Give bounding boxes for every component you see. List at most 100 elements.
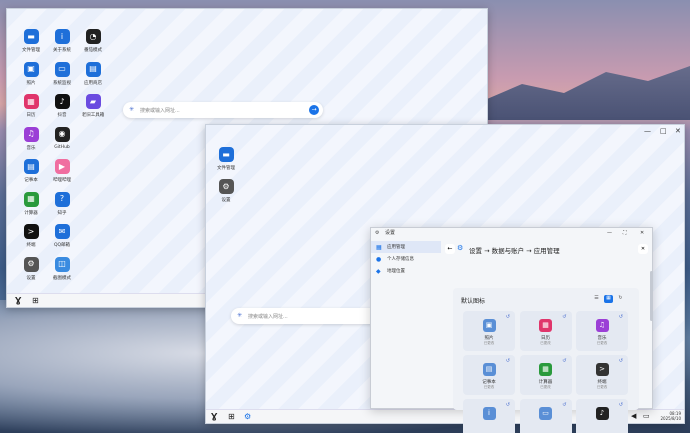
desktop-app-label: 哔哩哔哩 xyxy=(53,178,71,183)
close-icon[interactable]: ✕ xyxy=(675,127,681,135)
desktop-app-label: 应用商店 xyxy=(84,80,102,86)
app-card[interactable]: ↺ ▤ 记事本 已更改 xyxy=(463,355,515,395)
notifications-icon[interactable]: ▭ xyxy=(643,412,650,420)
gear-icon: ⚙ xyxy=(23,256,39,272)
desktop-app-label: 设置 xyxy=(221,198,231,203)
desktop-app-toolbox-icon[interactable]: ▰ 老旧工具箱 xyxy=(73,94,113,118)
sidebar-item-label: 个人存储信息 xyxy=(387,257,414,262)
go-button[interactable]: → xyxy=(309,105,319,115)
desktop-app-screenshot-icon[interactable]: ◫ 截图模式 xyxy=(42,256,82,281)
minimize-icon[interactable]: — xyxy=(607,228,612,239)
desktop-app-label: 知乎 xyxy=(57,210,67,216)
clock[interactable]: 08:19 2025/8/10 xyxy=(656,411,681,421)
desktop-app-clock-icon[interactable]: ◔ 番茄模式 xyxy=(73,29,113,53)
app-icon: ♪ xyxy=(595,407,609,420)
info-icon: i xyxy=(54,29,70,44)
reset-icon[interactable]: ↺ xyxy=(619,402,623,408)
reset-icon[interactable]: ↺ xyxy=(562,314,566,320)
window2-search-placeholder: 搜索或输入网址... xyxy=(248,313,288,320)
section-title: 默认图标 xyxy=(461,298,486,305)
calculator-icon: ▦ xyxy=(23,191,39,207)
close-icon[interactable]: ✕ xyxy=(638,244,648,254)
bilibili-icon: ▶ xyxy=(54,159,70,174)
close-icon[interactable]: ✕ xyxy=(640,228,644,239)
app-card[interactable]: ↺ ▦ 计算器 已更改 xyxy=(519,355,572,395)
gear-icon: ⚙ xyxy=(375,230,380,236)
app-card[interactable]: ↺ ▭ xyxy=(519,399,572,433)
screenshot-icon: ◫ xyxy=(54,256,70,272)
refresh-icon[interactable]: ↻ xyxy=(616,295,625,303)
settings-main: ← ⚙ 设置 → 数据与账户 → 应用管理 ✕ 默认图标 ☰ ▦ ↻ ↺ ▣ 照片已… xyxy=(441,241,654,433)
gear-icon: ⚙ xyxy=(218,179,234,194)
music-icon: ♫ xyxy=(23,126,39,142)
app-card[interactable]: ↺ i xyxy=(463,399,515,433)
reset-icon[interactable]: ↺ xyxy=(562,402,566,408)
settings-sidebar: ▦ 应用管理 ● 个人存储信息 ◆ 地理位置 xyxy=(371,241,441,410)
app-card[interactable]: ↺ > 终端 已更改 xyxy=(576,355,628,395)
sidebar-item-location[interactable]: ◆ 地理位置 xyxy=(371,265,441,277)
github-icon: ◉ xyxy=(54,126,70,142)
list-view-icon[interactable]: ☰ xyxy=(592,295,601,303)
settings-title: 设置 xyxy=(385,230,396,236)
toolbox-icon: ▰ xyxy=(85,94,101,109)
desktop-app-folder-icon[interactable]: ▬ 文件管理 xyxy=(206,147,246,171)
sidebar-item-label: 地理位置 xyxy=(387,269,405,274)
app-status: 已更改 xyxy=(596,341,608,345)
settings-window[interactable]: ⚙ 设置 — ⛶ ✕ ▦ 应用管理 ● 个人存储信息 ◆ 地理位置 ← ⚙ 设置 → 数据… xyxy=(370,227,654,433)
sidebar-item-label: 应用管理 xyxy=(387,245,405,250)
clock-date: 2025/8/10 xyxy=(660,416,681,421)
scrollbar[interactable] xyxy=(650,271,653,321)
app-status: 已更改 xyxy=(483,385,495,389)
minimize-icon[interactable]: — xyxy=(644,127,651,135)
app-icon: ▦ xyxy=(539,363,552,376)
terminal-icon: > xyxy=(23,224,39,239)
notepad-icon: ▤ xyxy=(23,159,39,174)
sidebar-item-grid[interactable]: ▦ 应用管理 xyxy=(371,241,441,253)
start-logo-icon[interactable]: Ɣ xyxy=(211,412,217,421)
window1-search-bar[interactable]: ✳ 搜索或输入网址... → xyxy=(123,102,323,118)
desktop-app-github-icon[interactable]: ◉ GitHub xyxy=(42,126,82,150)
desktop-app-label: 截图模式 xyxy=(53,275,71,281)
apps-grid-icon[interactable]: ⊞ xyxy=(228,412,235,421)
desktop-app-bilibili-icon[interactable]: ▶ 哔哩哔哩 xyxy=(42,159,82,183)
app-icon: ▦ xyxy=(539,319,552,332)
breadcrumb: 设置 → 数据与账户 → 应用管理 xyxy=(469,247,560,255)
reset-icon[interactable]: ↺ xyxy=(506,358,510,364)
wallpaper-mountains xyxy=(480,66,690,120)
sidebar-item-user[interactable]: ● 个人存储信息 xyxy=(371,253,441,265)
settings-taskbar-icon[interactable]: ⚙ xyxy=(244,412,251,421)
maximize-icon[interactable]: ⛶ xyxy=(623,228,627,239)
gear-icon: ⚙ xyxy=(457,244,464,252)
reset-icon[interactable]: ↺ xyxy=(506,402,510,408)
volume-icon[interactable]: ◀ xyxy=(631,412,636,420)
grid-icon: ▦ xyxy=(376,243,382,251)
back-icon[interactable]: ← xyxy=(445,244,455,254)
window1-search-placeholder: 搜索或输入网址... xyxy=(140,107,180,114)
monitor-icon: ▭ xyxy=(54,61,70,77)
grid-view-icon[interactable]: ▦ xyxy=(604,295,613,303)
start-logo-icon[interactable]: Ɣ xyxy=(15,296,21,305)
app-card[interactable]: ↺ ▦ 日历 已更改 xyxy=(519,311,572,351)
reset-icon[interactable]: ↺ xyxy=(619,358,623,364)
apps-grid-icon[interactable]: ⊞ xyxy=(32,296,39,305)
app-icon: ▤ xyxy=(482,363,496,376)
app-status: 已更改 xyxy=(540,341,551,345)
app-icon: > xyxy=(595,363,609,376)
app-card[interactable]: ↺ ▣ 照片 已更改 xyxy=(463,311,515,351)
desktop-app-mail-icon[interactable]: ✉ QQ邮箱 xyxy=(42,224,82,248)
desktop-app-label: GitHub xyxy=(54,144,70,150)
maximize-icon[interactable]: □ xyxy=(660,127,667,135)
app-status: 已更改 xyxy=(596,385,608,389)
desktop-app-gear-icon[interactable]: ⚙ 设置 xyxy=(206,179,246,203)
reset-icon[interactable]: ↺ xyxy=(506,314,510,320)
default-icons-panel: 默认图标 ☰ ▦ ↻ ↺ ▣ 照片 已更改 ↺ ▦ 日历 已更改 ↺ ♫ 音乐 已更改 ↺ ▤ 记事本 已更改… xyxy=(453,288,639,433)
app-icon: i xyxy=(482,407,496,420)
app-card[interactable]: ↺ ♫ 音乐 已更改 xyxy=(576,311,628,351)
app-card[interactable]: ↺ ♪ xyxy=(576,399,628,433)
reset-icon[interactable]: ↺ xyxy=(562,358,566,364)
folder-icon: ▬ xyxy=(218,147,234,162)
reset-icon[interactable]: ↺ xyxy=(619,314,623,320)
browser-icon: ✳ xyxy=(237,312,243,319)
desktop-app-zhihu-icon[interactable]: ? 知乎 xyxy=(42,191,82,216)
desktop-app-store-icon[interactable]: ▤ 应用商店 xyxy=(73,61,113,86)
